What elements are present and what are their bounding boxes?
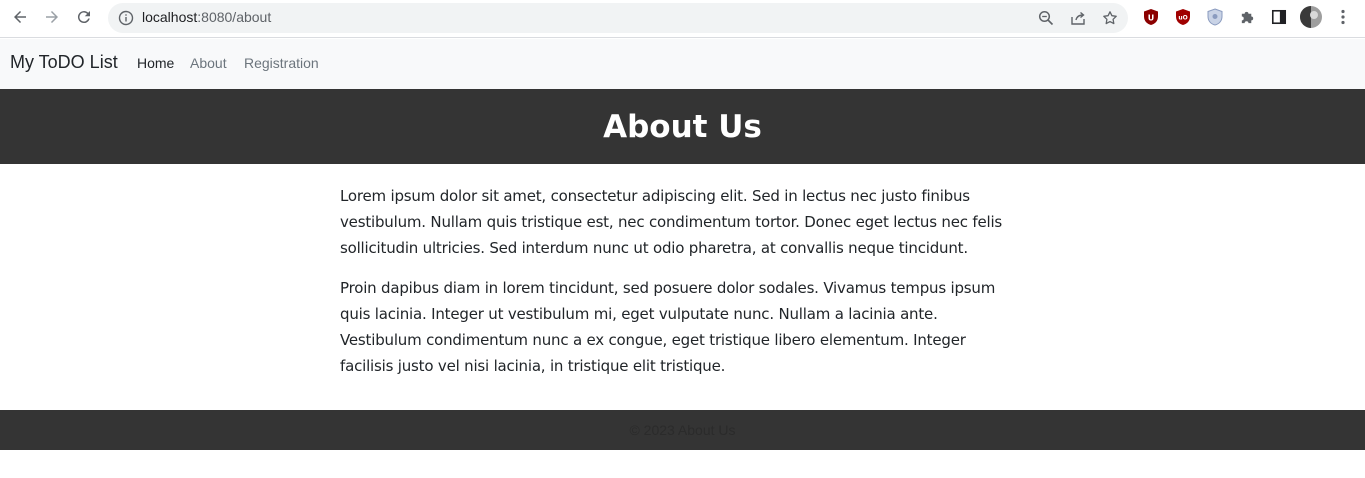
forward-button[interactable] <box>36 1 68 33</box>
zoom-icon[interactable] <box>1038 10 1054 26</box>
shield-extension-icon[interactable] <box>1206 8 1224 26</box>
reload-button[interactable] <box>68 1 100 33</box>
puzzle-icon[interactable] <box>1238 8 1256 26</box>
profile-avatar[interactable] <box>1300 6 1322 28</box>
arrow-right-icon <box>46 11 58 23</box>
arrow-left-icon <box>14 11 26 23</box>
brand-link[interactable]: My ToDO List <box>10 52 118 73</box>
star-icon[interactable] <box>1102 10 1118 26</box>
side-panel-icon[interactable] <box>1270 8 1288 26</box>
url-path: :8080/about <box>197 9 272 25</box>
page-header: About Us <box>0 89 1365 164</box>
content-paragraph: Lorem ipsum dolor sit amet, consectetur … <box>340 187 1003 257</box>
back-button[interactable] <box>4 1 36 33</box>
svg-text:U: U <box>1148 14 1155 23</box>
main-content: Lorem ipsum dolor sit amet, consectetur … <box>340 183 1020 393</box>
kebab-menu-icon[interactable] <box>1334 8 1352 26</box>
share-icon[interactable] <box>1070 10 1086 26</box>
url-text[interactable]: localhost:8080/about <box>142 9 271 25</box>
nav-link-registration[interactable]: Registration <box>244 55 319 71</box>
browser-toolbar: localhost:8080/about U uO <box>0 0 1365 38</box>
svg-text:uO: uO <box>1178 15 1187 22</box>
ublock-extension-icon[interactable]: U <box>1142 8 1160 26</box>
ublock-origin-extension-icon[interactable]: uO <box>1174 8 1192 26</box>
nav-link-home[interactable]: Home <box>137 55 174 71</box>
info-icon[interactable] <box>118 10 134 26</box>
page-title: About Us <box>603 108 762 145</box>
page-footer: © 2023 About Us <box>0 410 1365 450</box>
url-host: localhost <box>142 9 198 25</box>
reload-icon <box>77 11 90 24</box>
content-paragraph: Proin dapibus diam in lorem tincidunt, s… <box>340 279 996 375</box>
nav-link-about[interactable]: About <box>190 55 227 71</box>
site-navbar: My ToDO List Home About Registration <box>0 39 1365 89</box>
footer-text: © 2023 About Us <box>629 422 736 438</box>
address-bar[interactable]: localhost:8080/about <box>108 3 1128 33</box>
